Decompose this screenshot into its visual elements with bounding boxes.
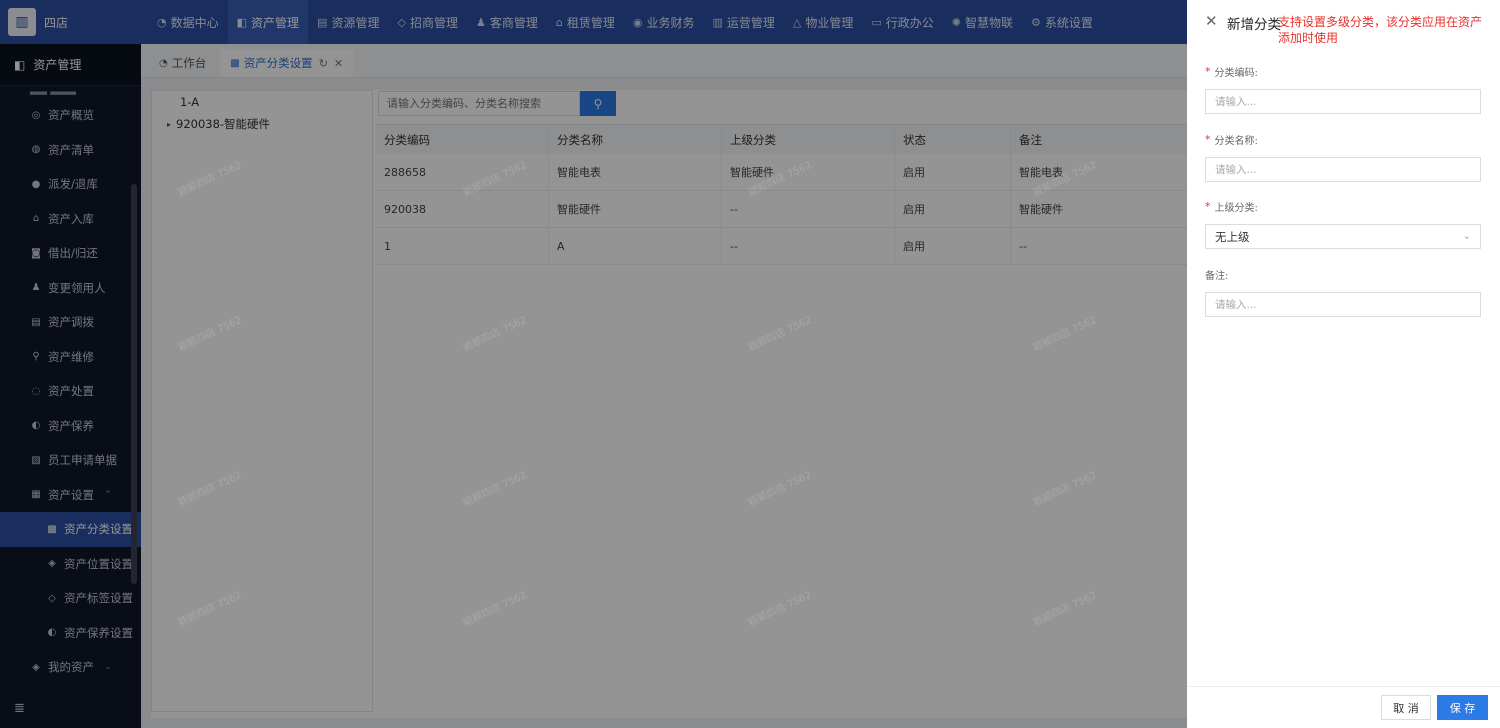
- text-input[interactable]: 请输入...: [1205, 292, 1481, 317]
- input-placeholder: 请输入...: [1215, 164, 1257, 176]
- watermark: 颖颖四店 7562: [1031, 314, 1099, 354]
- required-mark: *: [1205, 64, 1211, 78]
- watermark: 颖颖四店 7562: [176, 159, 244, 199]
- drawer-footer: 取 消 保 存: [1187, 686, 1500, 728]
- drawer-annotation: 支持设置多级分类，该分类应用在资产添加时使用: [1278, 15, 1483, 45]
- input-placeholder: 请输入...: [1215, 96, 1257, 108]
- form-field: 备注: 请输入...: [1205, 267, 1481, 317]
- input-placeholder: 请输入...: [1215, 299, 1257, 311]
- watermark: 颖颖四店 7562: [176, 314, 244, 354]
- form-field: * 分类编码: 请输入...: [1205, 64, 1481, 114]
- field-label-text: 分类名称:: [1214, 135, 1258, 147]
- add-category-drawer: ✕ 新增分类 支持设置多级分类，该分类应用在资产添加时使用 * 分类编码: 请输入.…: [1187, 0, 1500, 728]
- required-mark: *: [1205, 199, 1211, 213]
- watermark: 颖颖四店 7562: [746, 159, 814, 199]
- drawer-title: 新增分类: [1227, 17, 1281, 33]
- text-input[interactable]: 请输入...: [1205, 157, 1481, 182]
- watermark: 颖颖四店 7562: [176, 469, 244, 509]
- form-field: * 上级分类: 无上级 ⌄: [1205, 199, 1481, 249]
- field-label: * 上级分类:: [1205, 199, 1481, 214]
- modal-overlay[interactable]: 颖颖四店 7562 颖颖四店 7562 颖颖四店 7562 颖颖四店 7562 颖颖四店…: [0, 0, 1187, 728]
- required-mark: *: [1205, 132, 1211, 146]
- watermark: 颖颖四店 7562: [461, 159, 529, 199]
- field-label-text: 上级分类:: [1214, 202, 1258, 214]
- close-icon[interactable]: ✕: [1205, 12, 1218, 30]
- parent-category-select[interactable]: 无上级 ⌄: [1205, 224, 1481, 249]
- watermark: 颖颖四店 7562: [461, 589, 529, 629]
- text-input[interactable]: 请输入...: [1205, 89, 1481, 114]
- watermark: 颖颖四店 7562: [461, 314, 529, 354]
- cancel-button[interactable]: 取 消: [1381, 695, 1431, 720]
- field-label: 备注:: [1205, 267, 1481, 282]
- watermark: 颖颖四店 7562: [461, 469, 529, 509]
- field-label: * 分类编码:: [1205, 64, 1481, 79]
- select-value: 无上级: [1215, 229, 1250, 244]
- watermark: 颖颖四店 7562: [746, 314, 814, 354]
- watermark: 颖颖四店 7562: [176, 589, 244, 629]
- save-button[interactable]: 保 存: [1437, 695, 1488, 720]
- drawer-header: ✕ 新增分类 支持设置多级分类，该分类应用在资产添加时使用: [1187, 0, 1500, 45]
- chevron-down-icon: ⌄: [1462, 231, 1471, 242]
- watermark: 颖颖四店 7562: [1031, 159, 1099, 199]
- field-label-text: 分类编码:: [1214, 67, 1258, 79]
- watermark: 颖颖四店 7562: [746, 589, 814, 629]
- watermark: 颖颖四店 7562: [1031, 589, 1099, 629]
- field-label-text: 备注:: [1205, 270, 1229, 282]
- watermark: 颖颖四店 7562: [1031, 469, 1099, 509]
- field-label: * 分类名称:: [1205, 132, 1481, 147]
- form-field: * 分类名称: 请输入...: [1205, 132, 1481, 182]
- watermark: 颖颖四店 7562: [746, 469, 814, 509]
